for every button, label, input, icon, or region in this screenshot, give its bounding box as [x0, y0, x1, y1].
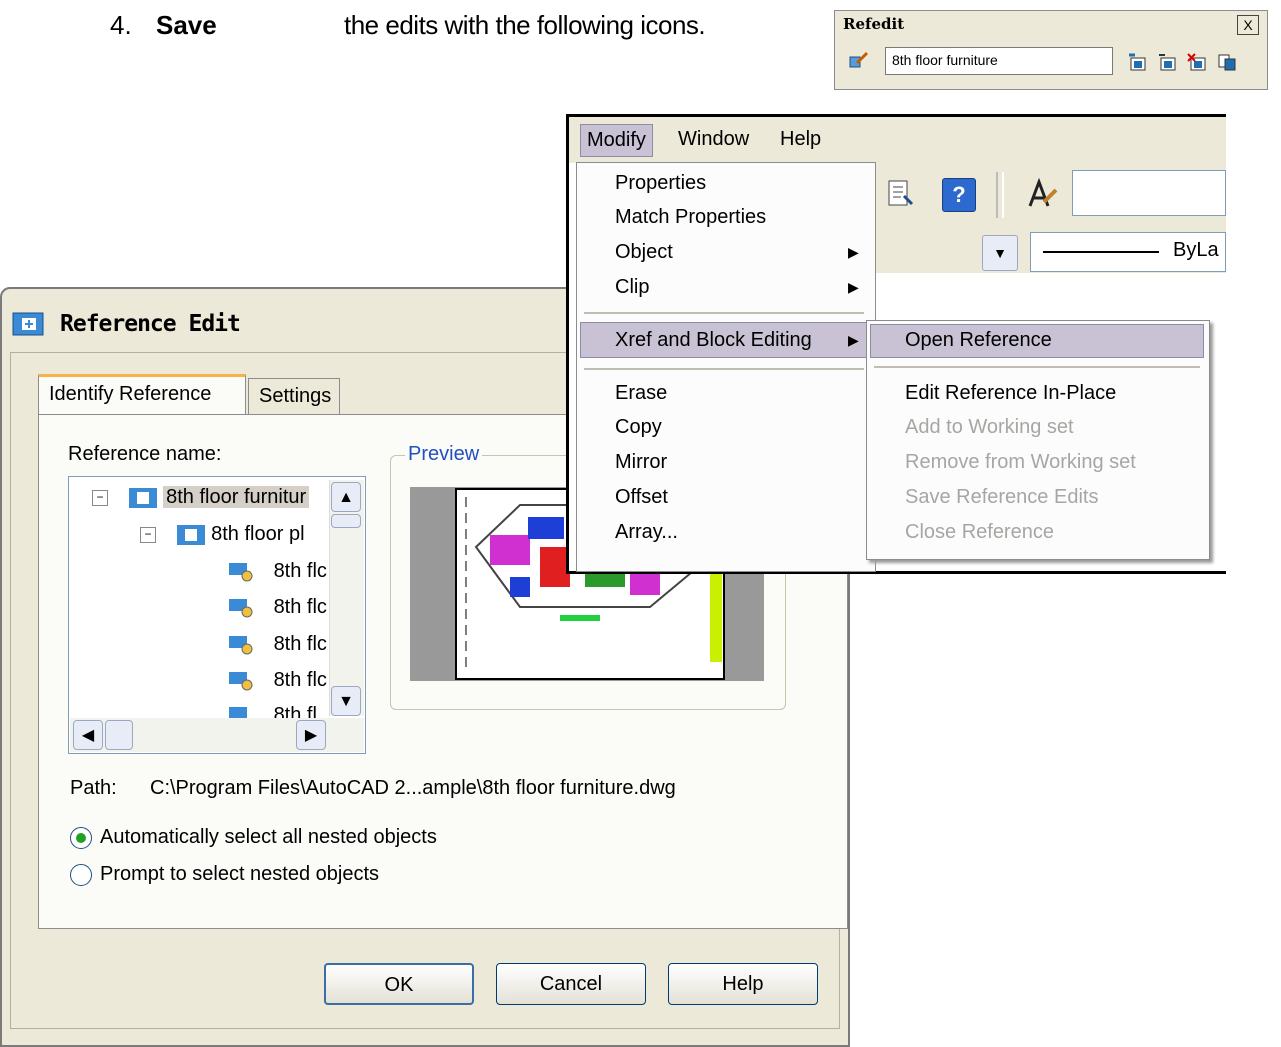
scroll-thumb-horizontal[interactable] [105, 720, 133, 750]
prompt-select-nested-radio[interactable] [70, 864, 92, 886]
tree-row[interactable]: − 8th floor pl [140, 523, 305, 546]
chevron-down-icon[interactable]: ▼ [982, 235, 1018, 271]
nested-block-icon [229, 671, 253, 691]
tab-settings[interactable]: Settings [248, 378, 340, 414]
menu-item-properties[interactable]: Properties [615, 172, 706, 195]
edit-reference-icon[interactable] [849, 51, 869, 69]
step-text: the edits with the following icons. [344, 10, 706, 40]
reference-name-label: Reference name: [68, 443, 222, 465]
linetype-select[interactable]: ByLa [1030, 232, 1226, 272]
submenu-save-reference-edits: Save Reference Edits [905, 486, 1099, 508]
tree-row-label: 8th flc [273, 596, 327, 618]
menu-item-clip[interactable]: Clip [615, 276, 649, 299]
ok-button[interactable]: OK [324, 963, 474, 1005]
refedit-toolbar: Refedit X 8th floor furniture [834, 10, 1268, 90]
cancel-button[interactable]: Cancel [496, 963, 646, 1005]
scroll-down-icon[interactable]: ▼ [331, 686, 361, 716]
linetype-value: ByLa [1173, 239, 1219, 261]
help-button[interactable]: Help [668, 963, 818, 1005]
step-verb: Save [156, 10, 217, 40]
tree-row[interactable]: 8th flc [228, 633, 327, 656]
submenu-open-reference[interactable]: Open Reference [905, 329, 1052, 352]
submenu-arrow-icon: ▶ [848, 244, 859, 260]
menu-item-array[interactable]: Array... [615, 521, 678, 544]
menu-modify[interactable]: Modify [580, 124, 653, 157]
save-back-icon[interactable] [1217, 53, 1237, 71]
step-number: 4. [110, 10, 132, 40]
nested-block-icon [229, 706, 247, 718]
path-label: Path: [70, 777, 117, 799]
collapse-icon[interactable]: − [92, 489, 108, 506]
submenu-arrow-icon: ▶ [848, 332, 859, 348]
scroll-left-icon[interactable]: ◀ [73, 720, 103, 750]
block-reference-icon [128, 487, 157, 508]
auto-select-nested-radio[interactable] [70, 827, 92, 849]
tree-row-label: 8th flc [273, 669, 327, 691]
nested-block-icon [229, 598, 253, 618]
menu-item-mirror[interactable]: Mirror [615, 451, 667, 474]
linetype-sample [1043, 251, 1159, 253]
block-reference-icon [176, 524, 205, 545]
submenu-remove-from-working-set: Remove from Working set [905, 451, 1136, 473]
menu-item-object[interactable]: Object [615, 241, 673, 264]
menu-separator [584, 368, 864, 370]
nested-block-icon [229, 562, 253, 582]
preview-label: Preview [405, 443, 483, 466]
tree-row[interactable]: − 8th floor furnitur [92, 486, 310, 509]
dialog-title: Reference Edit [60, 311, 241, 337]
toolbar-separator [996, 172, 1004, 218]
discard-changes-icon[interactable] [1187, 53, 1207, 71]
text-style-icon[interactable] [1024, 176, 1060, 212]
menu-item-offset[interactable]: Offset [615, 486, 668, 509]
prompt-select-nested-label: Prompt to select nested objects [100, 863, 380, 885]
tree-row-label: 8th fl [273, 704, 317, 718]
menu-item-match-properties[interactable]: Match Properties [615, 206, 766, 229]
tree-row-label: 8th floor pl [211, 523, 305, 545]
reference-edit-icon [12, 312, 44, 336]
scroll-thumb[interactable] [331, 514, 361, 528]
submenu-add-to-working-set: Add to Working set [905, 416, 1074, 438]
tree-row[interactable]: 8th flc [228, 669, 327, 692]
tree-row-label: 8th flc [273, 633, 327, 655]
menu-item-xref-block-editing[interactable]: Xref and Block Editing [615, 329, 812, 352]
path-value: C:\Program Files\AutoCAD 2...ample\8th f… [150, 777, 676, 799]
tree-row[interactable]: 8th flc [228, 596, 327, 619]
tree-row-label: 8th flc [273, 560, 327, 582]
menu-bar [569, 117, 1226, 163]
menu-window-item[interactable]: Window [678, 128, 749, 151]
scroll-up-icon[interactable]: ▲ [331, 482, 361, 512]
nested-block-icon [229, 635, 253, 655]
tab-identify-reference[interactable]: Identify Reference [38, 374, 246, 416]
auto-select-nested-label: Automatically select all nested objects [100, 826, 437, 848]
add-to-set-icon[interactable] [1127, 53, 1147, 71]
submenu-edit-reference-in-place[interactable]: Edit Reference In-Place [905, 382, 1116, 405]
submenu-arrow-icon: ▶ [848, 279, 859, 295]
tree-row[interactable]: 8th fl [228, 704, 317, 718]
close-icon[interactable]: X [1237, 15, 1259, 35]
tree-row[interactable]: 8th flc [228, 560, 327, 583]
menu-separator [584, 312, 864, 314]
reference-name-field[interactable]: 8th floor furniture [885, 47, 1113, 75]
menu-item-erase[interactable]: Erase [615, 382, 667, 405]
scroll-right-icon[interactable]: ▶ [296, 720, 326, 750]
refedit-title: Refedit [843, 15, 905, 33]
submenu-separator [874, 366, 1200, 368]
properties-icon[interactable] [886, 178, 916, 210]
text-style-field[interactable] [1072, 170, 1226, 216]
menu-help[interactable]: Help [780, 128, 821, 151]
remove-from-set-icon[interactable] [1157, 53, 1177, 71]
help-icon[interactable]: ? [942, 178, 976, 212]
submenu-close-reference: Close Reference [905, 521, 1054, 543]
tree-row-label: 8th floor furnitur [163, 486, 310, 508]
menu-item-copy[interactable]: Copy [615, 416, 662, 439]
collapse-icon[interactable]: − [140, 526, 156, 543]
